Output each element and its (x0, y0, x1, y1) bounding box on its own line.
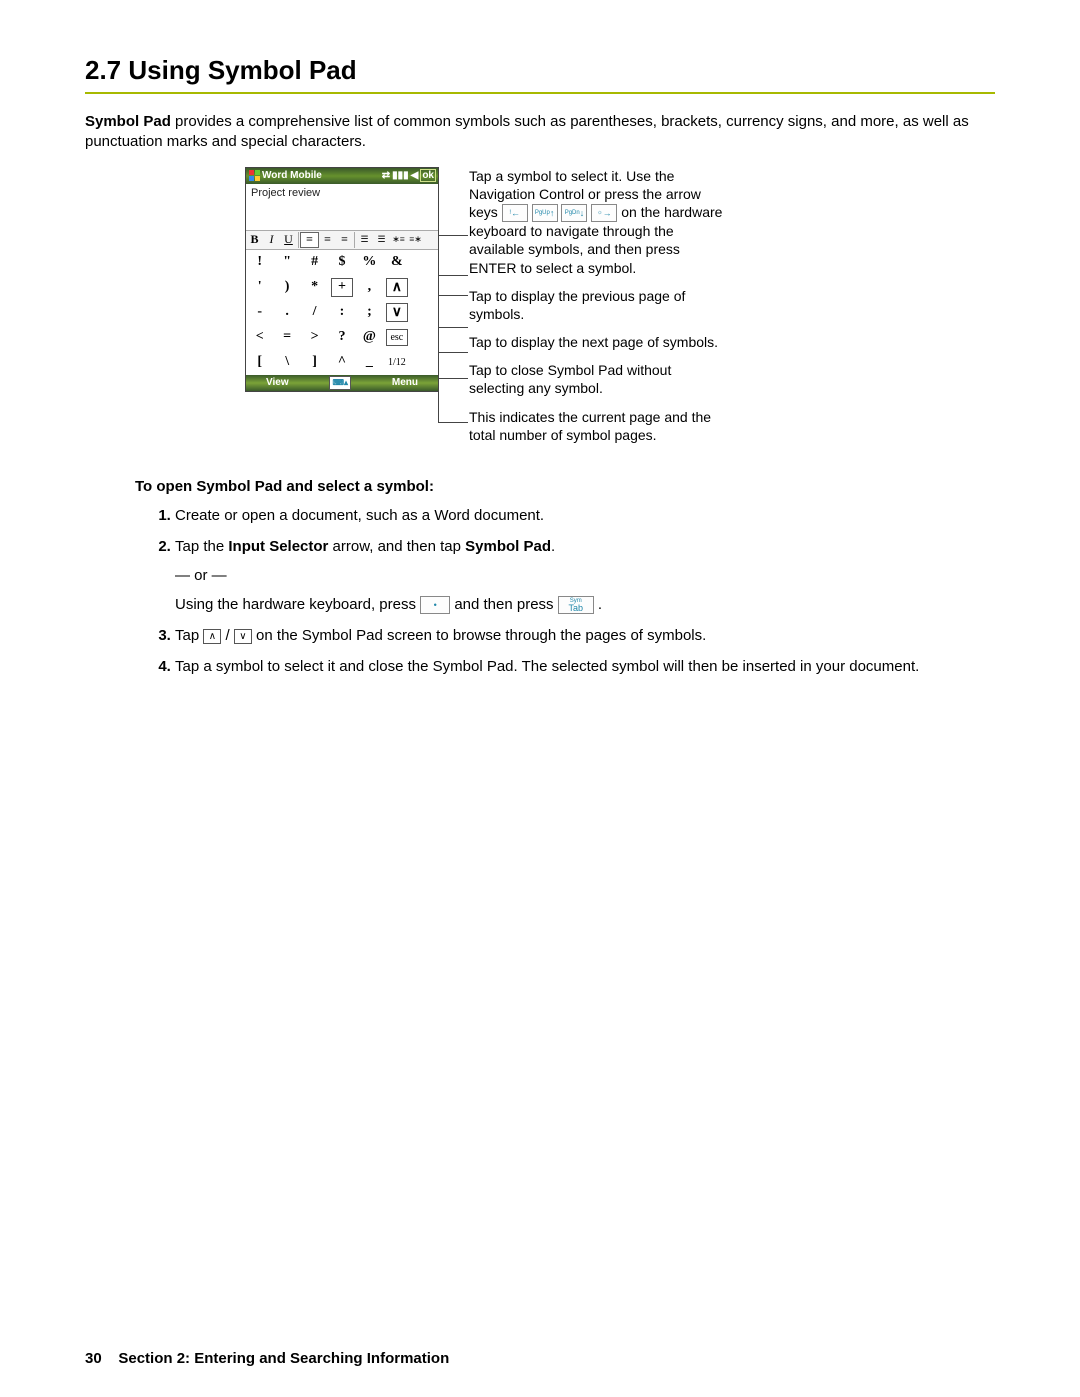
symbol-grid: ! " # $ % & ' ) * + , ∧ - . / : ; ∨ < = … (246, 250, 438, 375)
symbol-cell[interactable]: * (301, 275, 328, 300)
or-separator: — or — (175, 565, 995, 586)
blank (411, 325, 438, 350)
next-page-button[interactable]: ∨ (386, 303, 407, 322)
steps-list: Create or open a document, such as a Wor… (155, 505, 995, 677)
prev-page-button[interactable]: ∧ (386, 278, 407, 297)
view-softkey[interactable]: View (266, 377, 289, 388)
ok-button[interactable]: ok (420, 169, 436, 182)
symbol-cell-selected[interactable]: + (331, 278, 352, 297)
blank (411, 350, 438, 375)
symbol-cell[interactable]: # (301, 250, 328, 275)
signal-icon: ▮▮▮ (392, 170, 409, 181)
symbol-cell[interactable]: ^ (328, 350, 355, 375)
menu-softkey[interactable]: Menu (392, 377, 418, 388)
section-heading: 2.7 Using Symbol Pad (85, 55, 995, 86)
symbol-cell[interactable]: _ (356, 350, 383, 375)
symbol-cell[interactable]: " (273, 250, 300, 275)
esc-button[interactable]: esc (386, 329, 407, 346)
symbol-cell[interactable]: ] (301, 350, 328, 375)
symbol-cell[interactable]: < (246, 325, 273, 350)
symbol-cell[interactable]: ! (246, 250, 273, 275)
step-2: Tap the Input Selector arrow, and then t… (175, 536, 995, 615)
arrow-left-key: !← (502, 204, 528, 222)
symbol-cell[interactable]: % (356, 250, 383, 275)
page-indicator: 1/12 (383, 350, 410, 375)
step-1: Create or open a document, such as a Wor… (175, 505, 995, 526)
step-3: Tap ∧ / ∨ on the Symbol Pad screen to br… (175, 625, 995, 646)
callout-pager: This indicates the current page and the … (469, 408, 729, 444)
title-bar: Word Mobile ⇄ ▮▮▮ ◀ ok (246, 168, 438, 184)
intro-paragraph: Symbol Pad provides a comprehensive list… (85, 112, 995, 153)
page-footer: 30 Section 2: Entering and Searching Inf… (85, 1350, 449, 1367)
windows-start-icon[interactable] (248, 170, 260, 182)
symbol-cell[interactable]: \ (273, 350, 300, 375)
pgup-key: PgUp↑ (532, 204, 558, 222)
align-center-button[interactable]: ≡ (319, 232, 336, 248)
document-text: Project review (251, 187, 320, 199)
document-area[interactable]: Project review (246, 184, 438, 230)
arrow-right-key: ☼→ (591, 204, 617, 222)
callout-prev: Tap to display the previous page of symb… (469, 287, 729, 323)
symbol-cell[interactable]: . (273, 300, 300, 325)
step-4: Tap a symbol to select it and close the … (175, 656, 995, 677)
connectivity-icon: ⇄ (382, 170, 390, 181)
speaker-icon: ◀ (411, 170, 419, 181)
align-left-button[interactable]: ≡ (300, 232, 319, 248)
symbol-cell[interactable]: $ (328, 250, 355, 275)
symbol-cell[interactable]: [ (246, 350, 273, 375)
down-arrow-box: ∨ (234, 629, 252, 644)
italic-button[interactable]: I (263, 232, 280, 248)
up-arrow-box: ∧ (203, 629, 221, 644)
app-title: Word Mobile (262, 170, 322, 181)
heading-rule (85, 92, 995, 94)
symbol-cell[interactable]: - (246, 300, 273, 325)
numbering-button[interactable]: ☰ (373, 232, 390, 248)
symbol-cell[interactable]: ) (273, 275, 300, 300)
align-right-button[interactable]: ≡ (336, 232, 353, 248)
underline-button[interactable]: U (280, 232, 297, 248)
sym-tab-key: SymTab (558, 596, 594, 614)
indent-button[interactable]: ≡∗ (407, 232, 424, 248)
phone-screenshot: Word Mobile ⇄ ▮▮▮ ◀ ok Project review B … (245, 167, 439, 392)
symbol-cell[interactable]: , (356, 275, 383, 300)
dot-key: • (420, 596, 450, 614)
callout-navigate: Tap a symbol to select it. Use the Navig… (469, 167, 729, 277)
input-selector-icon[interactable]: ⌨▴ (329, 376, 351, 390)
symbol-cell[interactable]: > (301, 325, 328, 350)
symbol-cell[interactable]: ' (246, 275, 273, 300)
symbol-cell[interactable]: = (273, 325, 300, 350)
symbol-cell[interactable]: & (383, 250, 410, 275)
symbol-cell[interactable]: @ (356, 325, 383, 350)
symbol-cell[interactable]: ; (356, 300, 383, 325)
outdent-button[interactable]: ∗≡ (390, 232, 407, 248)
formatting-toolbar: B I U ≡ ≡ ≡ ☰ ☰ ∗≡ ≡∗ (246, 230, 438, 250)
soft-key-bar: View ⌨▴ Menu (246, 375, 438, 391)
sub-heading: To open Symbol Pad and select a symbol: (135, 478, 995, 495)
symbol-cell[interactable]: ? (328, 325, 355, 350)
symbol-cell[interactable]: / (301, 300, 328, 325)
callouts: Tap a symbol to select it. Use the Navig… (469, 167, 729, 455)
blank (411, 300, 438, 325)
bold-button[interactable]: B (246, 232, 263, 248)
blank (411, 250, 438, 275)
blank (411, 275, 438, 300)
bullets-button[interactable]: ☰ (356, 232, 373, 248)
symbol-cell[interactable]: : (328, 300, 355, 325)
callout-close: Tap to close Symbol Pad without selectin… (469, 361, 729, 397)
pgdn-key: PgDn↓ (561, 204, 587, 222)
callout-next: Tap to display the next page of symbols. (469, 333, 729, 351)
